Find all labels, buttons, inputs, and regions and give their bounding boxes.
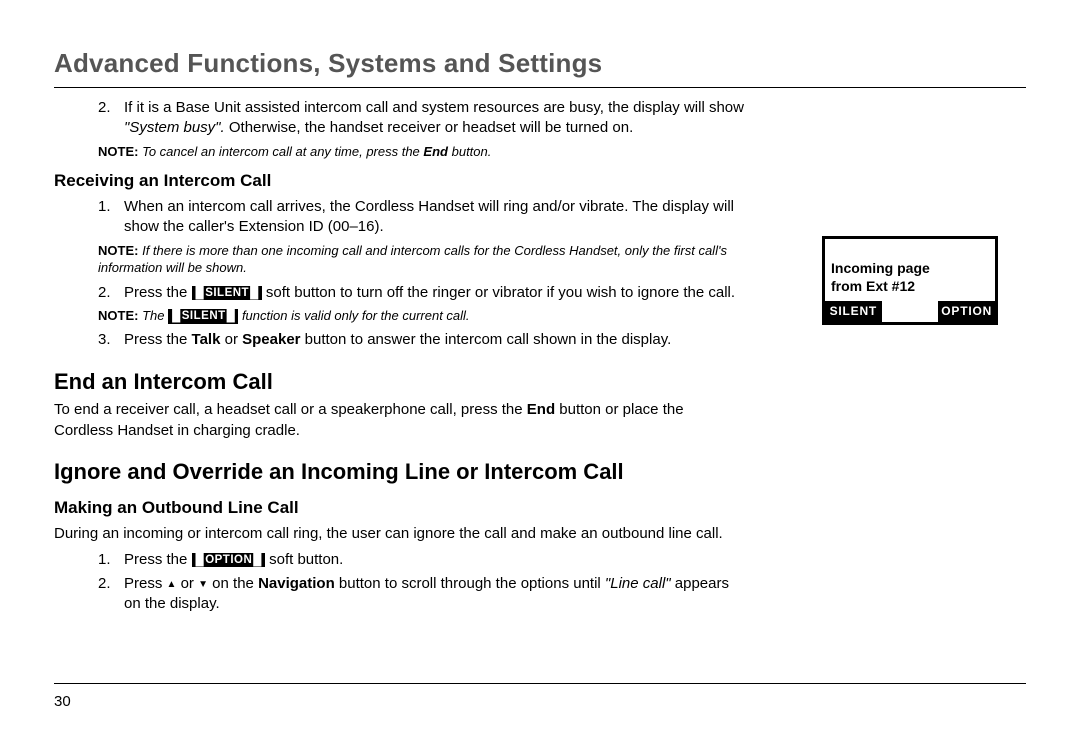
note-text: button. xyxy=(452,144,492,159)
lcd-softkey-option: OPTION xyxy=(938,301,995,321)
heading-end-call: End an Intercom Call xyxy=(54,367,744,397)
option-softkey-icon: █OPTION█ xyxy=(192,553,265,568)
step-text: Press the Talk or Speaker button to answ… xyxy=(124,330,744,350)
recv-step-2: 2. Press the █SILENT█ soft button to tur… xyxy=(98,283,744,303)
text: on the xyxy=(208,575,258,592)
text: Otherwise, the handset receiver or heads… xyxy=(225,119,634,136)
step-text: If it is a Base Unit assisted intercom c… xyxy=(124,98,744,139)
silent-softkey-icon: █SILENT█ xyxy=(192,286,262,301)
note-label: NOTE: xyxy=(98,308,138,323)
silent-softkey-icon: █SILENT█ xyxy=(168,309,238,324)
down-arrow-icon: ▼ xyxy=(198,579,208,590)
lcd-softkey-silent: SILENT xyxy=(825,301,882,321)
note-text: To cancel an intercom call at any time, … xyxy=(142,144,420,159)
recv-step-1: 1. When an intercom call arrives, the Co… xyxy=(98,197,744,238)
note-3: NOTE: The █SILENT█ function is valid onl… xyxy=(54,307,744,325)
text: button to scroll through the options unt… xyxy=(335,575,605,592)
step-text: When an intercom call arrives, the Cordl… xyxy=(124,197,744,238)
note-1: NOTE: To cancel an intercom call at any … xyxy=(54,143,744,161)
step-2: 2. If it is a Base Unit assisted interco… xyxy=(98,98,744,139)
lcd-display: Incoming page from Ext #12 SILENT OPTION xyxy=(822,236,998,325)
step-number: 2. xyxy=(98,574,124,615)
step-number: 1. xyxy=(98,197,124,238)
bold-term: Talk xyxy=(192,331,221,348)
quoted-text: "System busy". xyxy=(124,119,225,136)
end-call-paragraph: To end a receiver call, a headset call o… xyxy=(54,400,744,441)
step-text: Press the █OPTION█ soft button. xyxy=(124,550,744,570)
note-text: The xyxy=(142,308,164,323)
outbound-paragraph: During an incoming or intercom call ring… xyxy=(54,524,744,544)
quoted-text: "Line call" xyxy=(605,575,671,592)
page-number: 30 xyxy=(54,693,71,710)
step-number: 2. xyxy=(98,98,124,139)
step-number: 2. xyxy=(98,283,124,303)
text: Press the xyxy=(124,284,192,301)
text: soft button. xyxy=(265,551,343,568)
note-2: NOTE: If there is more than one incoming… xyxy=(54,242,744,277)
heading-ignore-override: Ignore and Override an Incoming Line or … xyxy=(54,457,744,487)
subhead-receiving: Receiving an Intercom Call xyxy=(54,170,744,193)
make-step-2: 2. Press ▲ or ▼ on the Navigation button… xyxy=(98,574,744,615)
note-text: function is valid only for the current c… xyxy=(242,308,470,323)
text: button to answer the intercom call shown… xyxy=(301,331,672,348)
page-title: Advanced Functions, Systems and Settings xyxy=(54,46,1026,88)
subhead-outbound: Making an Outbound Line Call xyxy=(54,497,744,520)
text: To end a receiver call, a headset call o… xyxy=(54,401,527,418)
text: Press xyxy=(124,575,167,592)
make-step-1: 1. Press the █OPTION█ soft button. xyxy=(98,550,744,570)
note-label: NOTE: xyxy=(98,243,138,258)
recv-step-3: 3. Press the Talk or Speaker button to a… xyxy=(98,330,744,350)
page-footer: 30 xyxy=(54,683,1026,712)
text: If it is a Base Unit assisted intercom c… xyxy=(124,99,744,116)
note-text: If there is more than one incoming call … xyxy=(98,243,727,276)
lcd-divider xyxy=(882,301,939,321)
bold-term: Navigation xyxy=(258,575,335,592)
main-column: 2. If it is a Base Unit assisted interco… xyxy=(54,98,744,618)
bold-term: End xyxy=(423,144,448,159)
text: or xyxy=(176,575,198,592)
bold-term: Speaker xyxy=(242,331,300,348)
up-arrow-icon: ▲ xyxy=(167,579,177,590)
step-number: 1. xyxy=(98,550,124,570)
lcd-line-2: from Ext #12 xyxy=(831,277,989,295)
lcd-line-1: Incoming page xyxy=(831,259,989,277)
step-text: Press the █SILENT█ soft button to turn o… xyxy=(124,283,744,303)
text: or xyxy=(220,331,242,348)
text: Press the xyxy=(124,331,192,348)
text: soft button to turn off the ringer or vi… xyxy=(262,284,735,301)
bold-term: End xyxy=(527,401,555,418)
text: Press the xyxy=(124,551,192,568)
step-text: Press ▲ or ▼ on the Navigation button to… xyxy=(124,574,744,615)
lcd-softkey-row: SILENT OPTION xyxy=(825,301,995,321)
note-label: NOTE: xyxy=(98,144,138,159)
lcd-text-area: Incoming page from Ext #12 xyxy=(825,239,995,301)
step-number: 3. xyxy=(98,330,124,350)
side-column: Incoming page from Ext #12 SILENT OPTION xyxy=(772,98,998,618)
